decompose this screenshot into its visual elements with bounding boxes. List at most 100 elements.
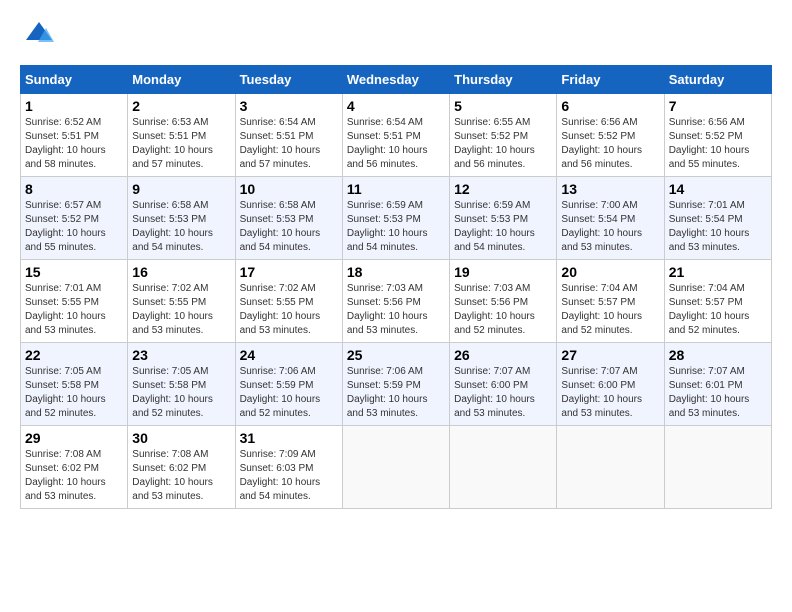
day-number: 7 [669, 98, 767, 114]
day-detail: Sunrise: 6:59 AM Sunset: 5:53 PM Dayligh… [347, 199, 445, 255]
calendar-body: 1 Sunrise: 6:52 AM Sunset: 5:51 PM Daylig… [21, 94, 772, 509]
header-cell-saturday: Saturday [664, 66, 771, 94]
day-detail: Sunrise: 7:05 AM Sunset: 5:58 PM Dayligh… [132, 365, 230, 421]
table-row: 9 Sunrise: 6:58 AM Sunset: 5:53 PM Daylig… [128, 177, 235, 260]
day-number: 5 [454, 98, 552, 114]
day-detail: Sunrise: 7:08 AM Sunset: 6:02 PM Dayligh… [25, 448, 123, 504]
header-cell-tuesday: Tuesday [235, 66, 342, 94]
table-row: 11 Sunrise: 6:59 AM Sunset: 5:53 PM Dayli… [342, 177, 449, 260]
table-row: 15Sunrise: 7:01 AM Sunset: 5:55 PM Dayli… [21, 260, 128, 343]
day-number: 29 [25, 430, 123, 446]
table-row: 18Sunrise: 7:03 AM Sunset: 5:56 PM Dayli… [342, 260, 449, 343]
day-number: 9 [132, 181, 230, 197]
day-number: 28 [669, 347, 767, 363]
week-row-5: 29 Sunrise: 7:08 AM Sunset: 6:02 PM Dayli… [21, 426, 772, 509]
day-number: 26 [454, 347, 552, 363]
table-row: 29 Sunrise: 7:08 AM Sunset: 6:02 PM Dayli… [21, 426, 128, 509]
table-row: 13 Sunrise: 7:00 AM Sunset: 5:54 PM Dayli… [557, 177, 664, 260]
day-number: 27 [561, 347, 659, 363]
day-detail: Sunrise: 6:52 AM Sunset: 5:51 PM Dayligh… [25, 116, 123, 172]
day-detail: Sunrise: 6:59 AM Sunset: 5:53 PM Dayligh… [454, 199, 552, 255]
table-row: 26 Sunrise: 7:07 AM Sunset: 6:00 PM Dayli… [450, 343, 557, 426]
day-number: 17 [240, 264, 338, 280]
table-row: 30 Sunrise: 7:08 AM Sunset: 6:02 PM Dayli… [128, 426, 235, 509]
day-detail: Sunrise: 7:00 AM Sunset: 5:54 PM Dayligh… [561, 199, 659, 255]
table-row [450, 426, 557, 509]
day-number: 10 [240, 181, 338, 197]
day-detail: Sunrise: 6:58 AM Sunset: 5:53 PM Dayligh… [132, 199, 230, 255]
day-detail: Sunrise: 7:03 AM Sunset: 5:56 PM Dayligh… [454, 282, 552, 338]
day-number: 6 [561, 98, 659, 114]
table-row: 10 Sunrise: 6:58 AM Sunset: 5:53 PM Dayli… [235, 177, 342, 260]
day-detail: Sunrise: 7:04 AM Sunset: 5:57 PM Dayligh… [669, 282, 767, 338]
day-number: 3 [240, 98, 338, 114]
table-row: 19 Sunrise: 7:03 AM Sunset: 5:56 PM Dayli… [450, 260, 557, 343]
day-detail: Sunrise: 7:09 AM Sunset: 6:03 PM Dayligh… [240, 448, 338, 504]
day-number: 30 [132, 430, 230, 446]
table-row: 23 Sunrise: 7:05 AM Sunset: 5:58 PM Dayli… [128, 343, 235, 426]
day-number: 16 [132, 264, 230, 280]
table-row: 5 Sunrise: 6:55 AM Sunset: 5:52 PM Daylig… [450, 94, 557, 177]
header-cell-monday: Monday [128, 66, 235, 94]
day-number: 23 [132, 347, 230, 363]
day-number: 13 [561, 181, 659, 197]
day-detail: Sunrise: 7:05 AM Sunset: 5:58 PM Dayligh… [25, 365, 123, 421]
day-detail: Sunrise: 6:54 AM Sunset: 5:51 PM Dayligh… [347, 116, 445, 172]
table-row: 1 Sunrise: 6:52 AM Sunset: 5:51 PM Daylig… [21, 94, 128, 177]
day-detail: Sunrise: 6:55 AM Sunset: 5:52 PM Dayligh… [454, 116, 552, 172]
day-number: 14 [669, 181, 767, 197]
header-row: SundayMondayTuesdayWednesdayThursdayFrid… [21, 66, 772, 94]
day-detail: Sunrise: 7:07 AM Sunset: 6:01 PM Dayligh… [669, 365, 767, 421]
header-cell-wednesday: Wednesday [342, 66, 449, 94]
calendar-table: SundayMondayTuesdayWednesdayThursdayFrid… [20, 65, 772, 509]
table-row: 28 Sunrise: 7:07 AM Sunset: 6:01 PM Dayli… [664, 343, 771, 426]
header-cell-sunday: Sunday [21, 66, 128, 94]
day-number: 15 [25, 264, 123, 280]
table-row: 16 Sunrise: 7:02 AM Sunset: 5:55 PM Dayli… [128, 260, 235, 343]
day-detail: Sunrise: 7:08 AM Sunset: 6:02 PM Dayligh… [132, 448, 230, 504]
day-detail: Sunrise: 7:07 AM Sunset: 6:00 PM Dayligh… [454, 365, 552, 421]
day-detail: Sunrise: 6:57 AM Sunset: 5:52 PM Dayligh… [25, 199, 123, 255]
day-number: 24 [240, 347, 338, 363]
calendar-header: SundayMondayTuesdayWednesdayThursdayFrid… [21, 66, 772, 94]
week-row-3: 15Sunrise: 7:01 AM Sunset: 5:55 PM Dayli… [21, 260, 772, 343]
day-number: 11 [347, 181, 445, 197]
table-row: 25Sunrise: 7:06 AM Sunset: 5:59 PM Dayli… [342, 343, 449, 426]
table-row [664, 426, 771, 509]
table-row: 27 Sunrise: 7:07 AM Sunset: 6:00 PM Dayli… [557, 343, 664, 426]
table-row: 12Sunrise: 6:59 AM Sunset: 5:53 PM Dayli… [450, 177, 557, 260]
day-detail: Sunrise: 7:07 AM Sunset: 6:00 PM Dayligh… [561, 365, 659, 421]
day-number: 1 [25, 98, 123, 114]
day-number: 19 [454, 264, 552, 280]
table-row: 17 Sunrise: 7:02 AM Sunset: 5:55 PM Dayli… [235, 260, 342, 343]
table-row: 4 Sunrise: 6:54 AM Sunset: 5:51 PM Daylig… [342, 94, 449, 177]
week-row-2: 8Sunrise: 6:57 AM Sunset: 5:52 PM Daylig… [21, 177, 772, 260]
day-detail: Sunrise: 6:56 AM Sunset: 5:52 PM Dayligh… [561, 116, 659, 172]
table-row: 2Sunrise: 6:53 AM Sunset: 5:51 PM Daylig… [128, 94, 235, 177]
day-number: 22 [25, 347, 123, 363]
day-detail: Sunrise: 7:03 AM Sunset: 5:56 PM Dayligh… [347, 282, 445, 338]
table-row: 7Sunrise: 6:56 AM Sunset: 5:52 PM Daylig… [664, 94, 771, 177]
page-header [20, 20, 772, 55]
day-detail: Sunrise: 6:54 AM Sunset: 5:51 PM Dayligh… [240, 116, 338, 172]
week-row-4: 22 Sunrise: 7:05 AM Sunset: 5:58 PM Dayli… [21, 343, 772, 426]
header-cell-friday: Friday [557, 66, 664, 94]
day-detail: Sunrise: 7:01 AM Sunset: 5:54 PM Dayligh… [669, 199, 767, 255]
day-detail: Sunrise: 7:02 AM Sunset: 5:55 PM Dayligh… [240, 282, 338, 338]
table-row: 24 Sunrise: 7:06 AM Sunset: 5:59 PM Dayli… [235, 343, 342, 426]
day-detail: Sunrise: 7:06 AM Sunset: 5:59 PM Dayligh… [347, 365, 445, 421]
table-row: 8Sunrise: 6:57 AM Sunset: 5:52 PM Daylig… [21, 177, 128, 260]
table-row: 6 Sunrise: 6:56 AM Sunset: 5:52 PM Daylig… [557, 94, 664, 177]
day-number: 31 [240, 430, 338, 446]
day-detail: Sunrise: 6:58 AM Sunset: 5:53 PM Dayligh… [240, 199, 338, 255]
logo-icon [24, 20, 54, 50]
day-detail: Sunrise: 7:06 AM Sunset: 5:59 PM Dayligh… [240, 365, 338, 421]
day-number: 21 [669, 264, 767, 280]
day-detail: Sunrise: 7:02 AM Sunset: 5:55 PM Dayligh… [132, 282, 230, 338]
day-detail: Sunrise: 6:53 AM Sunset: 5:51 PM Dayligh… [132, 116, 230, 172]
day-number: 4 [347, 98, 445, 114]
table-row: 3 Sunrise: 6:54 AM Sunset: 5:51 PM Daylig… [235, 94, 342, 177]
logo [20, 20, 54, 55]
table-row: 14 Sunrise: 7:01 AM Sunset: 5:54 PM Dayli… [664, 177, 771, 260]
day-detail: Sunrise: 7:04 AM Sunset: 5:57 PM Dayligh… [561, 282, 659, 338]
